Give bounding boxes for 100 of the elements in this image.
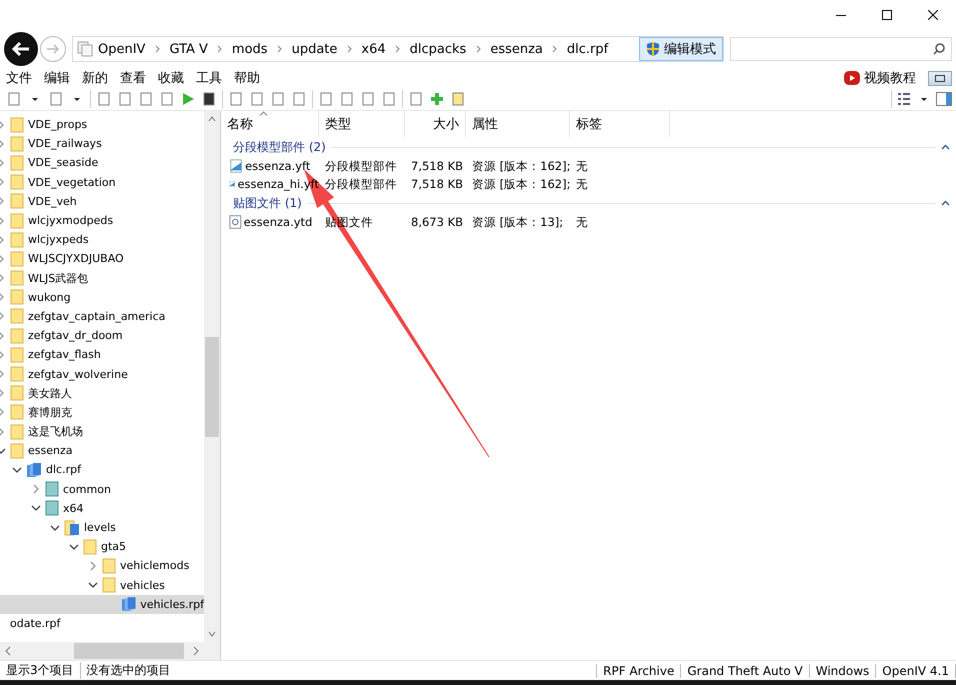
search-field[interactable]	[730, 37, 952, 61]
chevron-icon	[346, 45, 352, 53]
breadcrumb-item[interactable]: essenza	[485, 42, 548, 56]
breadcrumb-item[interactable]: GTA V	[164, 42, 213, 56]
caret-icon[interactable]	[31, 503, 41, 514]
chevron-icon	[552, 45, 558, 53]
tree-item[interactable]: VDE_railways	[0, 134, 204, 154]
tree-item[interactable]: wlcjyxmodpeds	[0, 210, 204, 230]
tree-item[interactable]: 美女路人	[0, 384, 204, 403]
forward-arrow-icon	[46, 43, 60, 55]
breadcrumb-item[interactable]: OpenIV	[93, 42, 150, 56]
file-type: 分段模型部件	[324, 176, 398, 192]
group-header[interactable]: 贴图文件 (1)	[233, 194, 302, 212]
menu-item[interactable]: 收藏	[158, 69, 184, 87]
tree-item[interactable]: vehicles	[0, 576, 204, 595]
tree-item[interactable]: odate.rpf	[0, 614, 204, 634]
caret-icon[interactable]	[88, 580, 98, 590]
tree-item[interactable]: zefgtav_wolverine	[0, 364, 204, 384]
tree-item[interactable]: wlcjyxpeds	[0, 230, 204, 250]
file-icon	[229, 214, 242, 230]
column-header[interactable]: 属性	[466, 111, 570, 137]
status-text: Windows	[810, 664, 876, 678]
tree-item[interactable]: WLJS武器包	[0, 268, 204, 288]
tree-item[interactable]: essenza	[0, 441, 204, 460]
collapse-icon[interactable]	[941, 200, 950, 206]
tree-item[interactable]: zefgtav_dr_doom	[0, 326, 204, 346]
tree-item[interactable]: zefgtav_flash	[0, 345, 204, 364]
scrollbar-thumb[interactable]	[74, 643, 184, 659]
tree-item[interactable]: vehicles.rpf	[0, 594, 204, 614]
menu-item[interactable]: 编辑	[44, 69, 70, 87]
file-name[interactable]: essenza.yft	[245, 159, 319, 173]
folder-icon	[10, 308, 24, 324]
video-tutorial-link[interactable]: 视频教程	[844, 69, 924, 87]
status-text: 没有选中的项目	[86, 662, 172, 679]
file-icon	[229, 158, 244, 174]
horizontal-scrollbar[interactable]	[0, 642, 220, 660]
menu-item[interactable]: 帮助	[234, 69, 260, 87]
folder-icon	[10, 174, 24, 190]
add-icon[interactable]	[429, 90, 445, 108]
caret-icon[interactable]	[69, 542, 79, 552]
tree-item[interactable]: common	[0, 480, 204, 499]
group-header[interactable]: 分段模型部件 (2)	[233, 138, 326, 156]
menu-item[interactable]: 查看	[120, 69, 146, 87]
collapse-icon[interactable]	[941, 144, 950, 150]
breadcrumb-item[interactable]: mods	[226, 42, 273, 56]
menu-item[interactable]: 工具	[196, 69, 222, 87]
tree-item[interactable]: VDE_seaside	[0, 153, 204, 173]
vertical-scrollbar[interactable]	[204, 111, 220, 642]
tree-item[interactable]: dlc.rpf	[0, 460, 204, 480]
menu-item[interactable]: 文件	[6, 69, 32, 87]
preview-pane-icon[interactable]	[936, 90, 952, 108]
tree-item[interactable]: WLJSCJYXDJUBAO	[0, 249, 204, 268]
folder-icon	[64, 520, 80, 536]
scrollbar-thumb[interactable]	[205, 337, 219, 437]
menu-item[interactable]: 新的	[82, 69, 108, 87]
caret-icon[interactable]	[0, 446, 6, 456]
play-icon[interactable]	[180, 90, 196, 108]
folder-icon	[102, 558, 116, 574]
column-header[interactable]: 名称	[221, 111, 319, 137]
tree-item[interactable]: VDE_vegetation	[0, 172, 204, 192]
file-size: 8,673 KB	[410, 215, 464, 229]
tree-item[interactable]: 这是飞机场	[0, 422, 204, 442]
status-text: RPF Archive	[596, 664, 682, 678]
folder-icon	[10, 193, 24, 210]
tree-item[interactable]: vehiclemods	[0, 556, 204, 576]
tree-item[interactable]: VDE_props	[0, 115, 204, 134]
tree-item[interactable]: levels	[0, 518, 204, 538]
tree-item[interactable]: gta5	[0, 537, 204, 556]
folder-icon	[10, 154, 24, 171]
column-header[interactable]: 大小	[405, 111, 466, 137]
status-text: 显示3个项目	[0, 662, 81, 679]
tree-item[interactable]: zefgtav_captain_america	[0, 306, 204, 326]
tree-item[interactable]: VDE_veh	[0, 192, 204, 211]
folder-icon	[10, 346, 24, 363]
breadcrumb-item[interactable]: dlc.rpf	[562, 42, 614, 56]
tree-item[interactable]: wukong	[0, 288, 204, 307]
back-button[interactable]	[4, 32, 38, 66]
edit-mode-button[interactable]: 编辑模式	[639, 37, 723, 61]
tree-item[interactable]: x64	[0, 498, 204, 518]
address-bar[interactable]: OpenIV GTA V mods update x64 dlcpacks essenza dlc.rpf 编辑模式	[72, 36, 724, 62]
maximize-icon	[882, 10, 892, 20]
file-attributes: 资源 [版本：13];	[471, 214, 564, 230]
window-mode-button[interactable]	[928, 70, 952, 86]
caret-icon[interactable]	[12, 464, 22, 475]
breadcrumb-item[interactable]: dlcpacks	[404, 42, 472, 56]
breadcrumb-item[interactable]: update	[286, 42, 342, 56]
column-header[interactable]: 类型	[319, 111, 405, 137]
play-icon	[844, 71, 860, 85]
folder-icon	[10, 212, 24, 229]
view-list-icon[interactable]	[896, 90, 912, 108]
folder-icon	[10, 404, 24, 420]
tree-item[interactable]: 赛博朋克	[0, 402, 204, 422]
breadcrumb-item[interactable]: x64	[356, 42, 391, 56]
caret-icon[interactable]	[50, 522, 60, 533]
file-name[interactable]: essenza.ytd	[244, 215, 319, 229]
folder-icon	[10, 250, 24, 267]
folder-icon	[10, 116, 24, 133]
file-type: 分段模型部件	[324, 158, 398, 174]
forward-button[interactable]	[40, 36, 66, 62]
column-header[interactable]: 标签	[570, 111, 670, 137]
